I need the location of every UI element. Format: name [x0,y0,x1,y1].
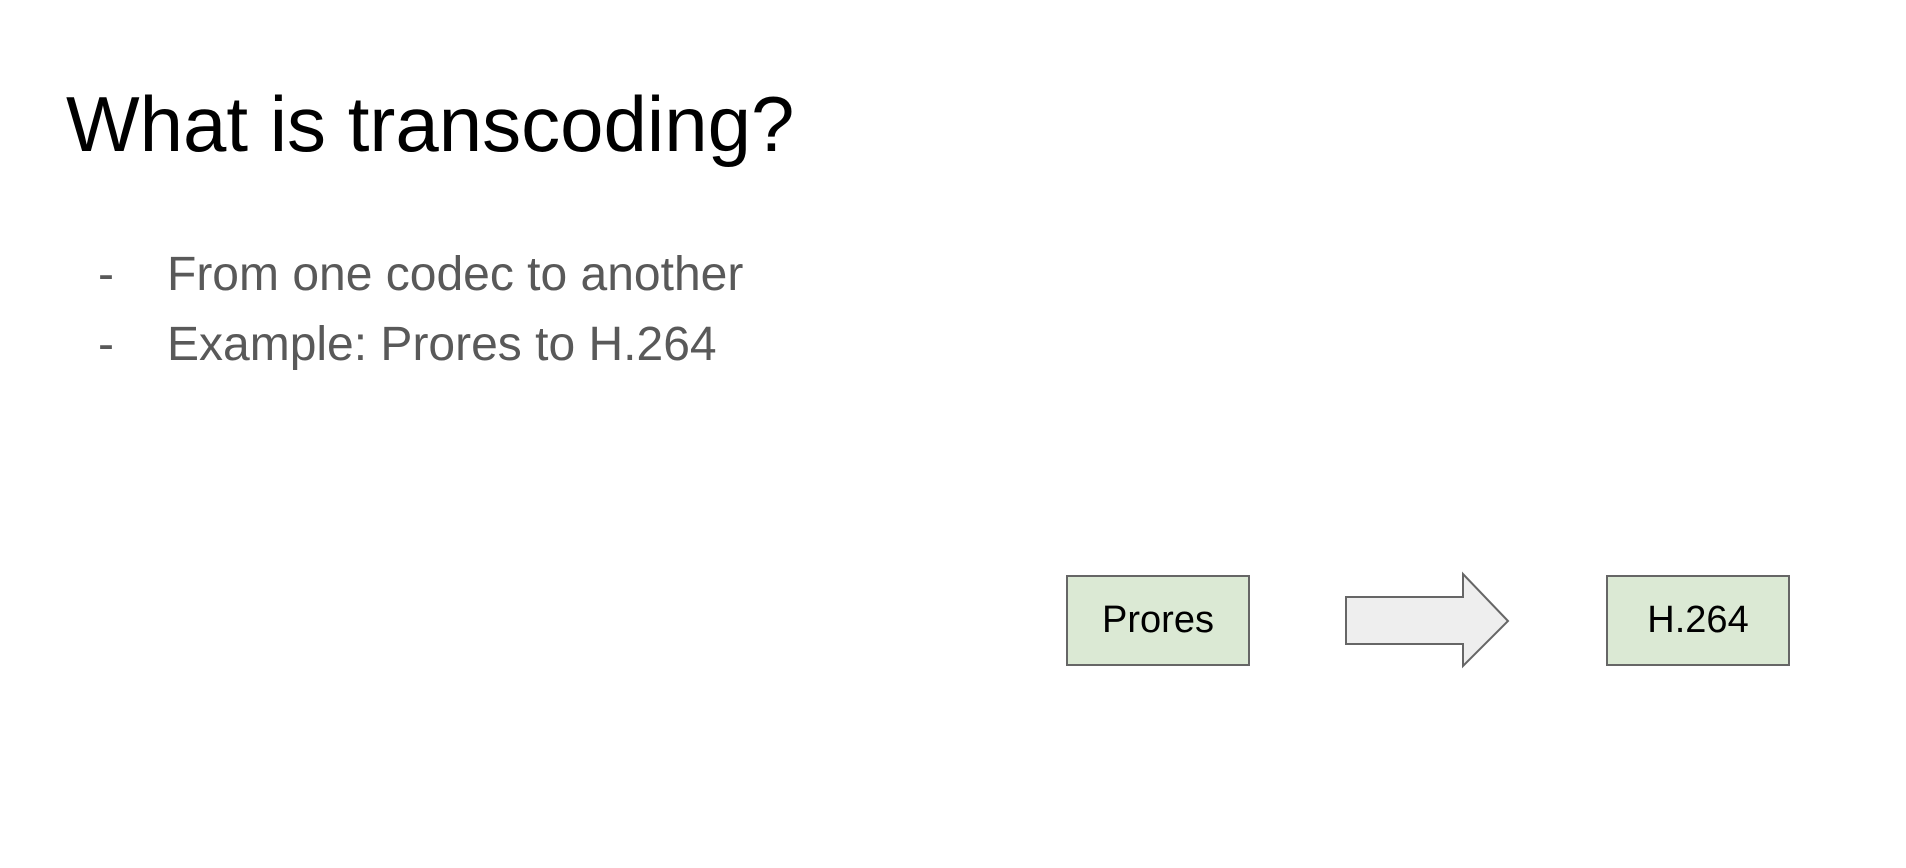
source-box: Prores [1066,575,1250,666]
right-arrow-icon [1345,571,1510,669]
slide: What is transcoding? - From one codec to… [0,0,1906,868]
source-box-label: Prores [1102,599,1214,641]
transcoding-diagram: Prores H.264 [1066,571,1790,669]
target-box-label: H.264 [1647,599,1748,641]
target-box: H.264 [1606,575,1790,666]
